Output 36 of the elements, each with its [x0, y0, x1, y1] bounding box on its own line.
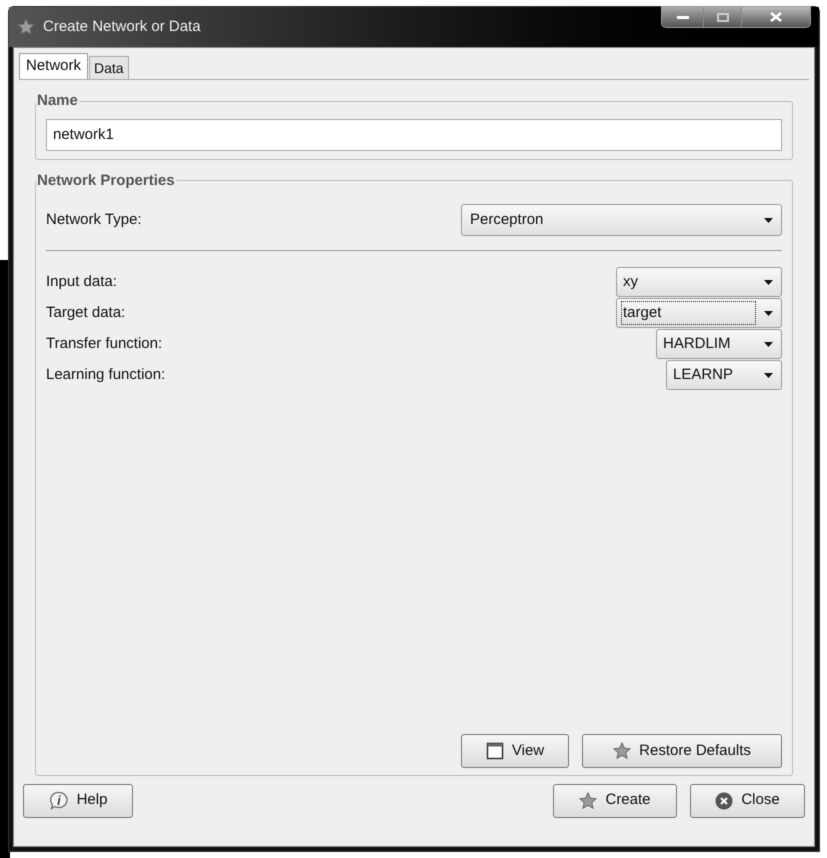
maximize-button[interactable]: [704, 7, 742, 27]
caret-icon: [764, 372, 773, 378]
name-field[interactable]: network1: [46, 118, 782, 150]
star-icon: [579, 792, 598, 810]
window-icon: [486, 742, 504, 760]
caret-icon: [764, 310, 773, 316]
dropdown[interactable]: xy: [616, 267, 782, 297]
close-button[interactable]: Close: [690, 784, 805, 818]
field-label: Target data:: [46, 302, 126, 323]
dropdown[interactable]: HARDLIM: [656, 329, 782, 359]
close-button[interactable]: [742, 7, 810, 27]
group-title: Name: [36, 91, 79, 111]
network-type-dropdown[interactable]: Perceptron: [461, 204, 782, 236]
info-icon: [48, 790, 69, 810]
window-title: Create Network or Data: [43, 16, 201, 37]
caret-icon: [764, 218, 773, 222]
field-label: Network Type:: [46, 210, 142, 230]
create-button[interactable]: Create: [553, 784, 677, 818]
tab[interactable]: Data: [89, 56, 129, 79]
restore-button[interactable]: Restore Defaults: [582, 734, 782, 768]
view-button[interactable]: View: [461, 734, 569, 768]
field-label: Input data:: [46, 272, 117, 292]
close-icon: [715, 792, 734, 810]
star-icon: [17, 18, 35, 36]
tab[interactable]: Network: [19, 53, 88, 79]
help-button[interactable]: Help: [23, 784, 133, 818]
field-label: Learning function:: [46, 364, 166, 385]
caret-icon: [764, 280, 773, 284]
group-title: Network Properties: [36, 170, 176, 190]
caret-icon: [764, 342, 773, 346]
dropdown[interactable]: target: [616, 298, 782, 328]
minimize-button[interactable]: [662, 7, 704, 27]
star-icon: [613, 742, 632, 760]
close-icon: [770, 12, 782, 22]
field-label: Transfer function:: [46, 334, 162, 354]
dropdown[interactable]: LEARNP: [666, 360, 782, 390]
